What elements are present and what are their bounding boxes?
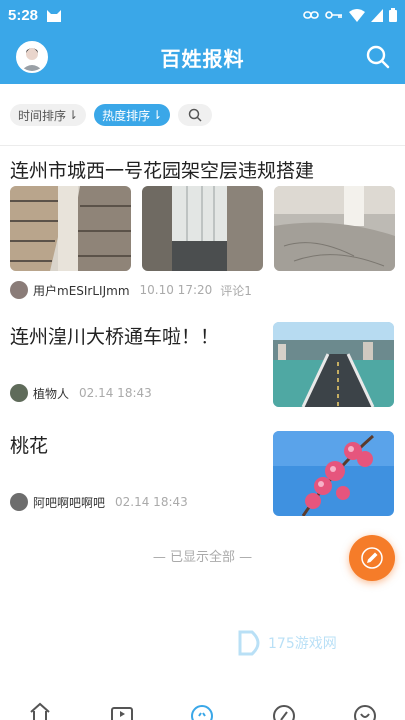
author-avatar[interactable]: [10, 384, 28, 402]
status-icons: [303, 8, 397, 22]
post-time: 02.14 18:43: [79, 386, 152, 400]
app-header: 百姓报料: [0, 30, 405, 84]
status-time: 5:28: [8, 6, 39, 24]
author-name[interactable]: 植物人: [33, 385, 69, 402]
comment-count: 评论1: [220, 283, 252, 298]
post-title[interactable]: 连州市城西一号花园架空层违规搭建: [10, 156, 314, 183]
search-icon: [188, 108, 202, 122]
post-title[interactable]: 连州湟川大桥通车啦！！: [10, 322, 219, 349]
sort-down-icon: ⇂: [68, 108, 79, 122]
time-sort-label: 时间排序: [18, 108, 67, 123]
nav-discover[interactable]: [272, 700, 296, 720]
profile-icon: [354, 705, 376, 720]
post-title[interactable]: 桃花: [10, 431, 48, 458]
post-image[interactable]: [10, 186, 131, 271]
nav-profile[interactable]: [353, 700, 377, 720]
svg-text:175游戏网: 175游戏网: [268, 636, 337, 652]
sort-down-icon: ⇂: [152, 108, 163, 122]
post-time: 10.10 17:20: [139, 283, 213, 297]
post-meta: 阿吧啊吧啊吧 02.14 18:43: [10, 493, 196, 511]
nav-video[interactable]: [110, 700, 134, 720]
author-name[interactable]: 阿吧啊吧啊吧: [33, 494, 105, 511]
battery-icon: [389, 8, 397, 22]
wifi-icon: [349, 8, 365, 22]
post-image[interactable]: [142, 186, 263, 271]
end-of-list-text: — 已显示全部 —: [152, 550, 253, 565]
page-title: 百姓报料: [160, 46, 245, 71]
post-image[interactable]: [273, 322, 394, 407]
home-icon: [30, 702, 50, 720]
post-time: 02.14 18:43: [115, 495, 188, 509]
compass-icon: [273, 705, 295, 720]
author-avatar[interactable]: [10, 493, 28, 511]
search-icon: [366, 45, 390, 69]
post-image[interactable]: [274, 186, 395, 271]
post-image[interactable]: [273, 431, 394, 516]
center-icon: [191, 705, 213, 720]
app-screen: 5:28 百姓报料 时间排序 ⇂ 热度排序 ⇂ 连州市城西一号花园架空层违规搭建…: [0, 0, 405, 720]
divider: [0, 145, 405, 146]
author-name[interactable]: 用户mESIrLIJmm: [33, 282, 130, 299]
search-button[interactable]: [365, 44, 391, 70]
hot-sort-label: 热度排序: [102, 108, 151, 123]
cat-icon: [46, 8, 62, 22]
filter-row: 时间排序 ⇂ 热度排序 ⇂: [0, 98, 405, 132]
bottom-nav: [0, 700, 405, 720]
link-icon: [303, 11, 319, 19]
status-bar: 5:28: [0, 0, 405, 30]
nav-home[interactable]: [28, 700, 52, 720]
pencil-icon: [361, 547, 383, 569]
new-post-button[interactable]: [349, 535, 395, 581]
author-avatar[interactable]: [10, 281, 28, 299]
video-icon: [111, 707, 133, 720]
post-meta: 植物人 02.14 18:43: [10, 384, 160, 402]
time-sort-chip[interactable]: 时间排序 ⇂: [10, 104, 87, 126]
nav-center[interactable]: [190, 700, 214, 720]
signal-icon: [371, 8, 383, 22]
key-icon: [325, 11, 342, 19]
post-meta: 用户mESIrLIJmm 10.10 17:20 评论1: [10, 281, 252, 299]
filter-search-chip[interactable]: [178, 104, 213, 126]
hot-sort-chip[interactable]: 热度排序 ⇂: [94, 104, 171, 126]
user-avatar[interactable]: [16, 41, 48, 73]
watermark-logo: 175游戏网: [238, 628, 358, 658]
